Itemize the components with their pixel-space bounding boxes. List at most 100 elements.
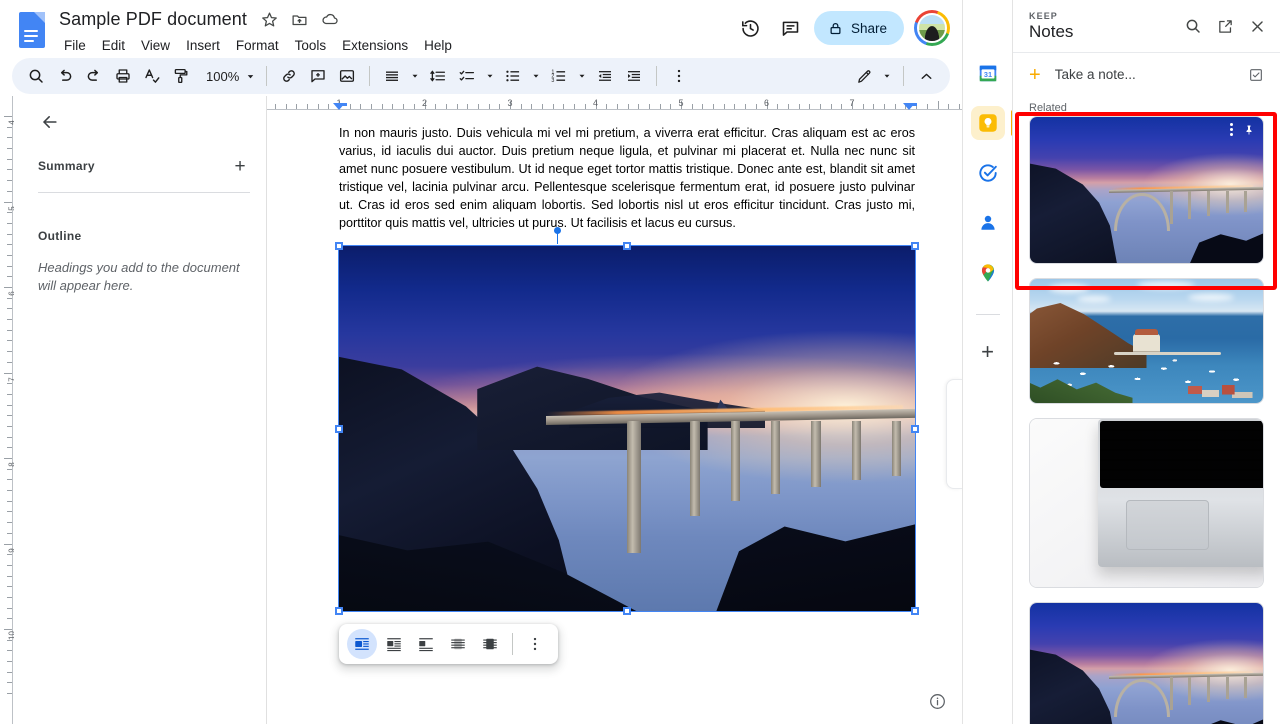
rail-tasks[interactable] — [971, 156, 1005, 190]
plus-icon[interactable]: + — [971, 335, 1005, 369]
close-icon[interactable] — [1242, 11, 1272, 41]
ruler-tick — [445, 104, 447, 109]
search-icon[interactable] — [1178, 11, 1208, 41]
back-arrow-icon[interactable] — [38, 110, 62, 134]
align-icon[interactable] — [378, 62, 406, 90]
scroll-affordance[interactable] — [946, 379, 962, 489]
editing-mode-icon[interactable] — [850, 62, 878, 90]
ruler-tick — [563, 104, 565, 109]
wrap-inline-button[interactable] — [347, 629, 377, 659]
document-paragraph[interactable]: In non mauris justo. Duis vehicula mi ve… — [339, 124, 915, 232]
checklist-icon[interactable] — [453, 62, 481, 90]
in-front-of-text-button[interactable] — [475, 629, 505, 659]
insert-image-icon[interactable] — [333, 62, 361, 90]
add-comment-icon[interactable] — [304, 62, 332, 90]
more-icon[interactable] — [1230, 123, 1233, 136]
increase-indent-icon[interactable] — [620, 62, 648, 90]
note-card-harbor[interactable] — [1029, 278, 1264, 404]
resize-handle-bottom-right[interactable] — [911, 607, 919, 615]
menu-file[interactable]: File — [57, 35, 93, 57]
numbered-list-icon[interactable]: 123 — [545, 62, 573, 90]
share-button[interactable]: Share — [813, 11, 904, 45]
behind-text-button[interactable] — [443, 629, 473, 659]
search-icon[interactable] — [22, 62, 50, 90]
numbered-list-dropdown-icon[interactable] — [574, 62, 590, 90]
note-card-bridge-2[interactable] — [1029, 602, 1264, 724]
horizontal-ruler[interactable]: 1234567 — [267, 96, 962, 110]
right-indent-marker[interactable] — [903, 103, 917, 110]
selected-image-frame[interactable] — [335, 242, 919, 615]
resize-handle-top-left[interactable] — [335, 242, 343, 250]
rail-divider — [975, 314, 1000, 315]
print-icon[interactable] — [109, 62, 137, 90]
google-docs-logo[interactable] — [16, 10, 48, 50]
document-page[interactable]: In non mauris justo. Duis vehicula mi ve… — [267, 110, 962, 724]
rail-keep[interactable] — [970, 106, 1014, 140]
resize-handle-bottom-left[interactable] — [335, 607, 343, 615]
menu-format[interactable]: Format — [229, 35, 286, 57]
ruler-tick — [787, 104, 789, 109]
rail-calendar[interactable]: 31 — [971, 56, 1005, 90]
wrap-text-button[interactable] — [379, 629, 409, 659]
vertical-ruler-tick — [7, 511, 12, 513]
rail-maps[interactable] — [971, 256, 1005, 290]
redo-icon[interactable] — [80, 62, 108, 90]
checklist-dropdown-icon[interactable] — [482, 62, 498, 90]
note-card-bridge[interactable] — [1029, 116, 1264, 264]
left-indent-marker[interactable] — [333, 103, 347, 110]
insert-link-icon[interactable] — [275, 62, 303, 90]
info-icon[interactable] — [924, 688, 950, 714]
ruler-tick — [274, 104, 276, 109]
bulleted-list-icon[interactable] — [499, 62, 527, 90]
version-history-icon[interactable] — [734, 11, 768, 45]
spelling-check-icon[interactable] — [138, 62, 166, 90]
zoom-control[interactable]: 100% — [196, 62, 258, 90]
ruler-tick — [702, 104, 704, 109]
take-a-note-field[interactable]: + Take a note... — [1013, 52, 1280, 96]
break-text-button[interactable] — [411, 629, 441, 659]
resize-handle-top-center[interactable] — [623, 242, 631, 250]
resize-handle-middle-left[interactable] — [335, 424, 343, 433]
document-canvas[interactable]: 1234567 2 In non mauris justo. Duis vehi… — [267, 96, 962, 724]
user-avatar[interactable] — [914, 10, 950, 46]
new-list-icon[interactable] — [1248, 67, 1264, 83]
bridge-at-dusk-image[interactable] — [338, 245, 916, 612]
undo-icon[interactable] — [51, 62, 79, 90]
vertical-ruler[interactable]: 4 5 6 7 8 9 10 — [0, 96, 17, 724]
resize-handle-bottom-center[interactable] — [623, 607, 631, 615]
vertical-ruler-tick — [7, 190, 12, 192]
menu-view[interactable]: View — [134, 35, 177, 57]
more-options-icon[interactable] — [665, 62, 693, 90]
align-dropdown-icon[interactable] — [407, 62, 423, 90]
note-card-laptop[interactable] — [1029, 418, 1264, 588]
vertical-ruler-tick — [7, 319, 12, 321]
vertical-ruler-tick — [7, 564, 12, 566]
comment-history-icon[interactable] — [774, 11, 808, 45]
resize-handle-middle-right[interactable] — [911, 424, 919, 433]
menu-insert[interactable]: Insert — [179, 35, 227, 57]
bulleted-list-dropdown-icon[interactable] — [528, 62, 544, 90]
pin-icon[interactable] — [1243, 124, 1255, 136]
open-in-new-icon[interactable] — [1210, 11, 1240, 41]
document-title[interactable]: Sample PDF document — [56, 7, 250, 31]
menu-help[interactable]: Help — [417, 35, 459, 57]
menu-extensions[interactable]: Extensions — [335, 35, 415, 57]
image-more-options-button[interactable] — [520, 629, 550, 659]
line-spacing-icon[interactable] — [424, 62, 452, 90]
editing-mode-dropdown-icon[interactable] — [879, 62, 895, 90]
move-to-folder-icon[interactable] — [290, 9, 310, 29]
star-icon[interactable] — [260, 9, 280, 29]
cloud-saved-icon[interactable] — [320, 9, 340, 29]
menu-edit[interactable]: Edit — [95, 35, 132, 57]
resize-handle-top-right[interactable] — [911, 242, 919, 250]
hide-menus-icon[interactable] — [912, 62, 940, 90]
vertical-ruler-tick — [7, 276, 12, 278]
chevron-down-icon — [245, 71, 256, 82]
keep-notes-list[interactable]: Related — [1013, 96, 1280, 724]
document-scroll-area[interactable]: In non mauris justo. Duis vehicula mi ve… — [267, 110, 962, 724]
paint-format-icon[interactable] — [167, 62, 195, 90]
menu-tools[interactable]: Tools — [288, 35, 334, 57]
add-summary-icon[interactable]: + — [230, 156, 250, 176]
decrease-indent-icon[interactable] — [591, 62, 619, 90]
rail-contacts[interactable] — [971, 206, 1005, 240]
